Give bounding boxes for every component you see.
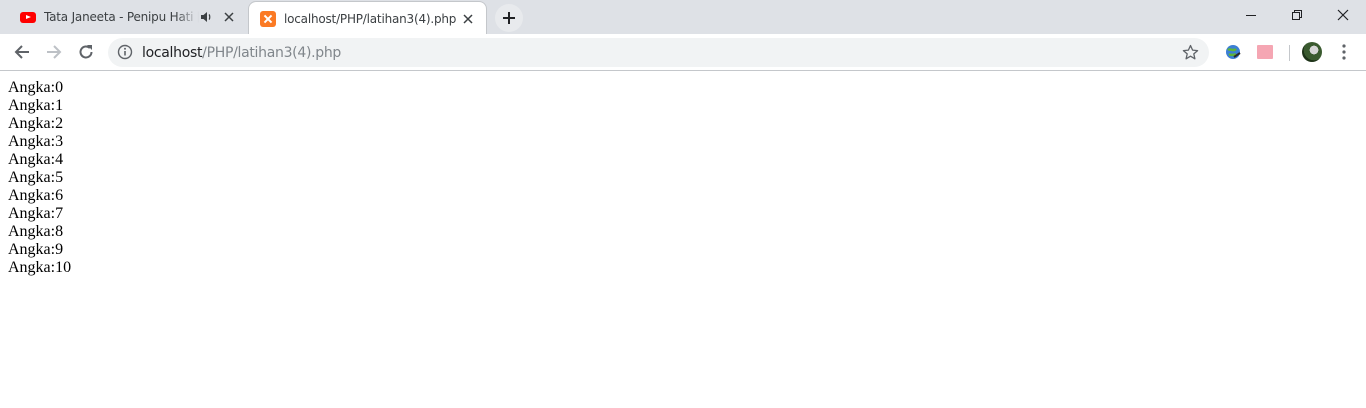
tab-youtube[interactable]: Tata Janeeta - Penipu Hati [Official xyxy=(8,0,247,34)
tab-localhost[interactable]: localhost/PHP/latihan3(4).php xyxy=(248,1,487,35)
output-line: Angka:5 xyxy=(8,169,64,186)
restore-button[interactable] xyxy=(1274,0,1320,30)
arrow-right-icon xyxy=(47,45,62,59)
minimize-icon xyxy=(1246,15,1256,16)
url-path: /PHP/latihan3(4).php xyxy=(202,45,342,61)
minimize-button[interactable] xyxy=(1228,0,1274,30)
arrow-left-icon xyxy=(14,45,29,59)
address-bar[interactable]: localhost/PHP/latihan3(4).php xyxy=(108,38,1209,67)
youtube-icon xyxy=(20,9,36,25)
url-text[interactable]: localhost/PHP/latihan3(4).php xyxy=(142,45,341,61)
back-button[interactable] xyxy=(8,38,36,66)
browser-toolbar: localhost/PHP/latihan3(4).php xyxy=(0,34,1366,71)
output-line: Angka:9 xyxy=(8,241,64,258)
kebab-menu-icon[interactable] xyxy=(1336,42,1352,62)
url-host: localhost xyxy=(142,45,203,61)
restore-icon xyxy=(1292,10,1302,20)
new-tab-button[interactable] xyxy=(495,4,523,32)
close-icon xyxy=(1337,9,1349,21)
output-line: Angka:0 xyxy=(8,79,64,96)
output-line: Angka:8 xyxy=(8,223,64,240)
output-line: Angka:10 xyxy=(8,259,72,276)
forward-button[interactable] xyxy=(40,38,68,66)
extension-globe-icon[interactable] xyxy=(1224,43,1242,61)
tab-title: Tata Janeeta - Penipu Hati [Official xyxy=(44,10,199,24)
reload-icon xyxy=(79,45,93,59)
output-line: Angka:2 xyxy=(8,115,64,132)
extension-pink-icon[interactable] xyxy=(1256,43,1274,61)
tab-strip: Tata Janeeta - Penipu Hati [Official loc… xyxy=(0,0,1366,35)
output-line: Angka:6 xyxy=(8,187,64,204)
close-window-button[interactable] xyxy=(1320,0,1366,30)
speaker-icon[interactable] xyxy=(199,10,213,24)
info-icon[interactable] xyxy=(117,44,133,60)
output-line: Angka:7 xyxy=(8,205,64,222)
plus-icon xyxy=(503,12,515,24)
reload-button[interactable] xyxy=(72,38,100,66)
toolbar-separator xyxy=(1289,45,1290,61)
page-content: Angka:0 Angka:1 Angka:2 Angka:3 Angka:4 … xyxy=(8,79,71,277)
close-tab-icon[interactable] xyxy=(221,9,237,25)
bookmark-star-icon[interactable] xyxy=(1182,44,1199,61)
profile-avatar[interactable] xyxy=(1302,42,1322,62)
output-line: Angka:4 xyxy=(8,151,64,168)
close-tab-icon[interactable] xyxy=(460,11,476,27)
tab-title: localhost/PHP/latihan3(4).php xyxy=(284,11,457,26)
output-line: Angka:1 xyxy=(8,97,64,114)
xampp-icon xyxy=(260,10,276,27)
output-line: Angka:3 xyxy=(8,133,64,150)
